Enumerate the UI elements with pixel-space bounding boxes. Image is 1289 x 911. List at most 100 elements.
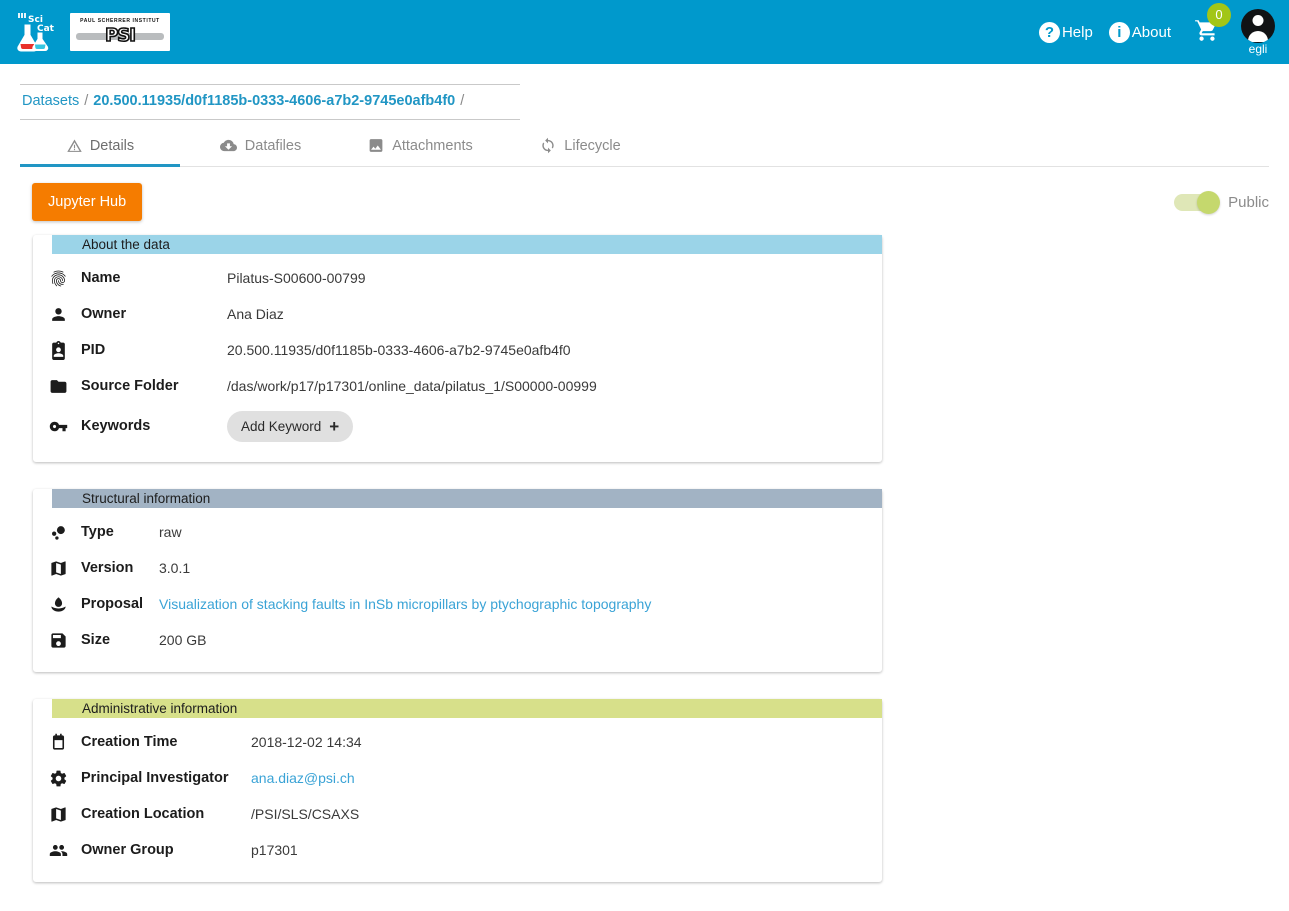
breadcrumb-root-link[interactable]: Datasets	[22, 93, 79, 109]
row-source-folder-label: Source Folder	[71, 378, 191, 394]
row-pid-value: 20.500.11935/d0f1185b-0333-4606-a7b2-974…	[191, 342, 571, 358]
cloud-download-icon	[219, 137, 238, 154]
row-owner-value: Ana Diaz	[191, 306, 284, 322]
tab-details[interactable]: Details	[20, 126, 180, 166]
breadcrumb-current-link[interactable]: 20.500.11935/d0f1185b-0333-4606-a7b2-974…	[93, 93, 455, 109]
add-keyword-button[interactable]: Add Keyword +	[227, 411, 353, 442]
row-principal-investigator-value[interactable]: ana.diaz@psi.ch	[237, 770, 355, 786]
breadcrumb-bottom-rule	[20, 119, 520, 120]
question-mark-icon: ?	[1039, 22, 1060, 43]
row-proposal: Proposal Visualization of stacking fault…	[33, 586, 882, 622]
person-icon	[45, 305, 71, 324]
breadcrumb-separator-1: /	[84, 93, 88, 109]
card-about-rows: Name Pilatus-S00600-00799 Owner Ana Diaz…	[33, 254, 882, 448]
row-version: Version 3.0.1	[33, 550, 882, 586]
row-keywords-value: Add Keyword +	[191, 411, 353, 442]
row-principal-investigator-label: Principal Investigator	[71, 770, 237, 786]
row-owner-label: Owner	[71, 306, 191, 322]
row-proposal-label: Proposal	[71, 596, 135, 612]
public-toggle[interactable]	[1174, 194, 1218, 211]
fingerprint-icon	[45, 269, 71, 288]
about-button[interactable]: i About	[1101, 16, 1179, 49]
row-size: Size 200 GB	[33, 622, 882, 658]
psi-logo-wordmark: PSI	[76, 26, 164, 46]
tab-datafiles-label: Datafiles	[245, 138, 301, 154]
row-type-label: Type	[71, 524, 135, 540]
action-row: Jupyter Hub Public	[32, 183, 1269, 221]
card-administrative-information: Administrative information Creation Time…	[33, 699, 882, 882]
row-name-value: Pilatus-S00600-00799	[191, 270, 366, 286]
breadcrumb-separator-2: /	[460, 93, 464, 109]
map-icon	[45, 559, 71, 578]
help-button[interactable]: ? Help	[1031, 16, 1101, 49]
row-creation-time-value: 2018-12-02 14:34	[237, 734, 362, 750]
contact-badge-icon	[45, 341, 71, 360]
public-toggle-knob	[1197, 191, 1220, 214]
plus-icon: +	[329, 418, 339, 435]
row-keywords: Keywords Add Keyword +	[33, 404, 882, 448]
row-creation-location: Creation Location /PSI/SLS/CSAXS	[33, 796, 882, 832]
row-version-label: Version	[71, 560, 135, 576]
card-structural-rows: Type raw Version 3.0.1 Proposal Visualiz…	[33, 508, 882, 658]
row-name: Name Pilatus-S00600-00799	[33, 260, 882, 296]
jupyter-hub-button[interactable]: Jupyter Hub	[32, 183, 142, 221]
info-icon: i	[1109, 22, 1130, 43]
user-name-label: egli	[1249, 42, 1268, 56]
row-proposal-value[interactable]: Visualization of stacking faults in InSb…	[135, 596, 651, 612]
public-toggle-label: Public	[1228, 194, 1269, 211]
map-icon	[45, 805, 71, 824]
psi-logo-letters: PSI	[103, 25, 137, 46]
user-menu[interactable]: egli	[1241, 9, 1275, 56]
row-source-folder: Source Folder /das/work/p17/p17301/onlin…	[33, 368, 882, 404]
save-disk-icon	[45, 631, 71, 650]
card-administrative-header: Administrative information	[52, 699, 882, 718]
breadcrumb: Datasets / 20.500.11935/d0f1185b-0333-46…	[20, 85, 520, 119]
row-owner-group-label: Owner Group	[71, 842, 237, 858]
warning-triangle-icon	[66, 137, 83, 154]
card-structural-header: Structural information	[52, 489, 882, 508]
row-pid-label: PID	[71, 342, 191, 358]
tab-datafiles[interactable]: Datafiles	[180, 126, 340, 166]
psi-logo-tagline: PAUL SCHERRER INSTITUT	[80, 18, 160, 24]
cart-button[interactable]: 0	[1179, 11, 1233, 54]
psi-logo-icon[interactable]: PAUL SCHERRER INSTITUT PSI	[70, 13, 170, 51]
breadcrumb-area: Datasets / 20.500.11935/d0f1185b-0333-46…	[0, 64, 1289, 120]
row-type: Type raw	[33, 514, 882, 550]
public-toggle-group: Public	[1174, 194, 1269, 211]
gear-icon	[45, 769, 71, 788]
row-owner-group: Owner Group p17301	[33, 832, 882, 868]
add-keyword-label: Add Keyword	[241, 419, 321, 434]
image-icon	[367, 137, 385, 154]
row-creation-location-value: /PSI/SLS/CSAXS	[237, 806, 359, 822]
tab-attachments-label: Attachments	[392, 138, 473, 154]
row-size-label: Size	[71, 632, 135, 648]
calendar-icon	[45, 733, 71, 752]
row-type-value: raw	[135, 524, 182, 540]
card-about-header: About the data	[52, 235, 882, 254]
row-creation-time-label: Creation Time	[71, 734, 237, 750]
row-creation-time: Creation Time 2018-12-02 14:34	[33, 724, 882, 760]
bubble-chart-icon	[45, 523, 71, 542]
row-source-folder-value: /das/work/p17/p17301/online_data/pilatus…	[191, 378, 597, 394]
card-structural-information: Structural information Type raw Version …	[33, 489, 882, 672]
tab-lifecycle-label: Lifecycle	[564, 138, 620, 154]
row-owner-group-value: p17301	[237, 842, 298, 858]
row-keywords-label: Keywords	[71, 418, 191, 434]
row-version-value: 3.0.1	[135, 560, 190, 576]
spa-leaf-icon	[45, 595, 71, 614]
key-icon	[45, 417, 71, 436]
help-label: Help	[1062, 24, 1093, 41]
row-owner: Owner Ana Diaz	[33, 296, 882, 332]
about-label: About	[1132, 24, 1171, 41]
row-size-value: 200 GB	[135, 632, 206, 648]
scicat-logo-icon[interactable]: Sci Cat	[12, 9, 58, 55]
row-principal-investigator: Principal Investigator ana.diaz@psi.ch	[33, 760, 882, 796]
folder-icon	[45, 377, 71, 396]
tab-lifecycle[interactable]: Lifecycle	[500, 126, 660, 166]
app-header: Sci Cat PAUL SCHERRER INSTITUT PSI ?	[0, 0, 1289, 64]
cart-count-badge: 0	[1207, 3, 1231, 27]
row-pid: PID 20.500.11935/d0f1185b-0333-4606-a7b2…	[33, 332, 882, 368]
tab-attachments[interactable]: Attachments	[340, 126, 500, 166]
card-administrative-rows: Creation Time 2018-12-02 14:34 Principal…	[33, 718, 882, 868]
tab-details-label: Details	[90, 138, 134, 154]
